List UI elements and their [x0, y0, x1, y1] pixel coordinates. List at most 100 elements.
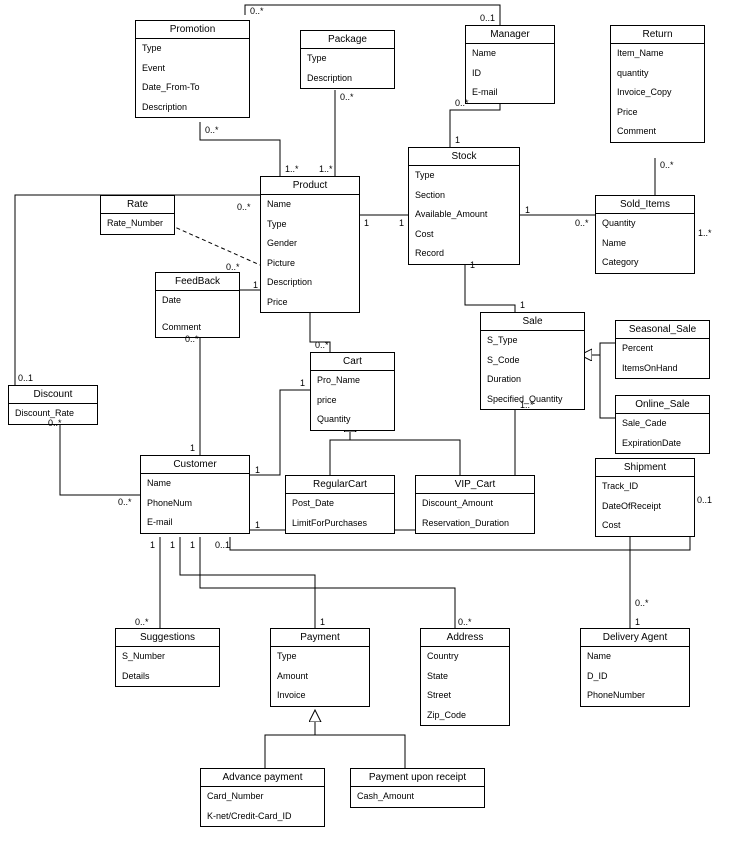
attr: Amount [271, 667, 369, 687]
mult-label: 1 [190, 443, 195, 453]
mult-label: 0..* [340, 92, 354, 102]
mult-label: 1 [253, 280, 258, 290]
class-title: Manager [466, 26, 554, 44]
mult-label: 0..* [185, 334, 199, 344]
class-title: Advance payment [201, 769, 324, 787]
class-regularcart: RegularCart Post_Date LimitForPurchases [285, 475, 395, 534]
attr: ExpirationDate [616, 434, 709, 454]
mult-label: 1 [525, 205, 530, 215]
attr: DateOfReceipt [596, 497, 694, 517]
class-title: Online_Sale [616, 396, 709, 414]
mult-label: 0..* [226, 262, 240, 272]
attr: Country [421, 647, 509, 667]
class-title: Product [261, 177, 359, 195]
attr: Quantity [311, 410, 394, 430]
mult-label: 1..* [520, 400, 534, 410]
class-vip-cart: VIP_Cart Discount_Amount Reservation_Dur… [415, 475, 535, 534]
attr: Name [581, 647, 689, 667]
attr: LimitForPurchases [286, 514, 394, 534]
attr: Type [261, 215, 359, 235]
attr: quantity [611, 64, 704, 84]
attr: Price [611, 103, 704, 123]
attr: Cost [596, 516, 694, 536]
class-title: Stock [409, 148, 519, 166]
attr: Cost [409, 225, 519, 245]
attr: Comment [611, 122, 704, 142]
attr: Name [261, 195, 359, 215]
attr: Price [261, 293, 359, 313]
mult-label: 0..* [118, 497, 132, 507]
attr: Name [596, 234, 694, 254]
mult-label: 0..* [315, 340, 329, 350]
attr: price [311, 391, 394, 411]
class-customer: Customer Name PhoneNum E-mail [140, 455, 250, 534]
mult-label: 0..1 [697, 495, 712, 505]
class-title: Seasonal_Sale [616, 321, 709, 339]
mult-label: 0..* [455, 98, 469, 108]
attr: Description [261, 273, 359, 293]
mult-label: 1 [255, 520, 260, 530]
attr: Street [421, 686, 509, 706]
attr: Type [271, 647, 369, 667]
class-title: Delivery Agent [581, 629, 689, 647]
attr: Rate_Number [101, 214, 174, 234]
attr: Name [141, 474, 249, 494]
mult-label: 1..* [285, 164, 299, 174]
attr: Pro_Name [311, 371, 394, 391]
mult-label: 1 [255, 465, 260, 475]
class-title: Customer [141, 456, 249, 474]
class-title: Payment upon receipt [351, 769, 484, 787]
class-title: Sale [481, 313, 584, 331]
attr: Details [116, 667, 219, 687]
mult-label: 1..* [698, 228, 712, 238]
attr: Date [156, 291, 239, 311]
mult-label: 0..* [635, 598, 649, 608]
mult-label: 1 [520, 300, 525, 310]
class-stock: Stock Type Section Available_Amount Cost… [408, 147, 520, 265]
class-manager: Manager Name ID E-mail [465, 25, 555, 104]
attr: S_Code [481, 351, 584, 371]
mult-label: 1 [399, 218, 404, 228]
attr: Gender [261, 234, 359, 254]
class-shipment: Shipment Track_ID DateOfReceipt Cost [595, 458, 695, 537]
class-promotion: Promotion Type Event Date_From-To Descri… [135, 20, 250, 118]
attr: Description [136, 98, 249, 118]
class-sold-items: Sold_Items Quantity Name Category [595, 195, 695, 274]
class-title: Package [301, 31, 394, 49]
attr: Card_Number [201, 787, 324, 807]
attr: Description [301, 69, 394, 89]
class-title: Cart [311, 353, 394, 371]
attr: Invoice [271, 686, 369, 706]
attr: Cash_Amount [351, 787, 484, 807]
mult-label: 0..* [575, 218, 589, 228]
class-payment: Payment Type Amount Invoice [270, 628, 370, 707]
class-title: VIP_Cart [416, 476, 534, 494]
class-cart: Cart Pro_Name price Quantity [310, 352, 395, 431]
attr: E-mail [466, 83, 554, 103]
class-title: RegularCart [286, 476, 394, 494]
class-advance-payment: Advance payment Card_Number K-net/Credit… [200, 768, 325, 827]
attr: Type [409, 166, 519, 186]
mult-label: 0..* [205, 125, 219, 135]
attr: Track_ID [596, 477, 694, 497]
class-payment-upon-receipt: Payment upon receipt Cash_Amount [350, 768, 485, 808]
attr: K-net/Credit-Card_ID [201, 807, 324, 827]
class-suggestions: Suggestions S_Number Details [115, 628, 220, 687]
attr: Zip_Code [421, 706, 509, 726]
attr: E-mail [141, 513, 249, 533]
attr: State [421, 667, 509, 687]
class-title: FeedBack [156, 273, 239, 291]
mult-label: 0..* [48, 418, 62, 428]
attr: Reservation_Duration [416, 514, 534, 534]
mult-label: 0..1 [215, 540, 230, 550]
attr: D_ID [581, 667, 689, 687]
class-title: Return [611, 26, 704, 44]
attr: PhoneNum [141, 494, 249, 514]
attr: Picture [261, 254, 359, 274]
class-feedback: FeedBack Date Comment [155, 272, 240, 338]
attr: ItemsOnHand [616, 359, 709, 379]
class-rate: Rate Rate_Number [100, 195, 175, 235]
attr: Item_Name [611, 44, 704, 64]
mult-label: 1 [455, 135, 460, 145]
mult-label: 0..* [250, 6, 264, 16]
